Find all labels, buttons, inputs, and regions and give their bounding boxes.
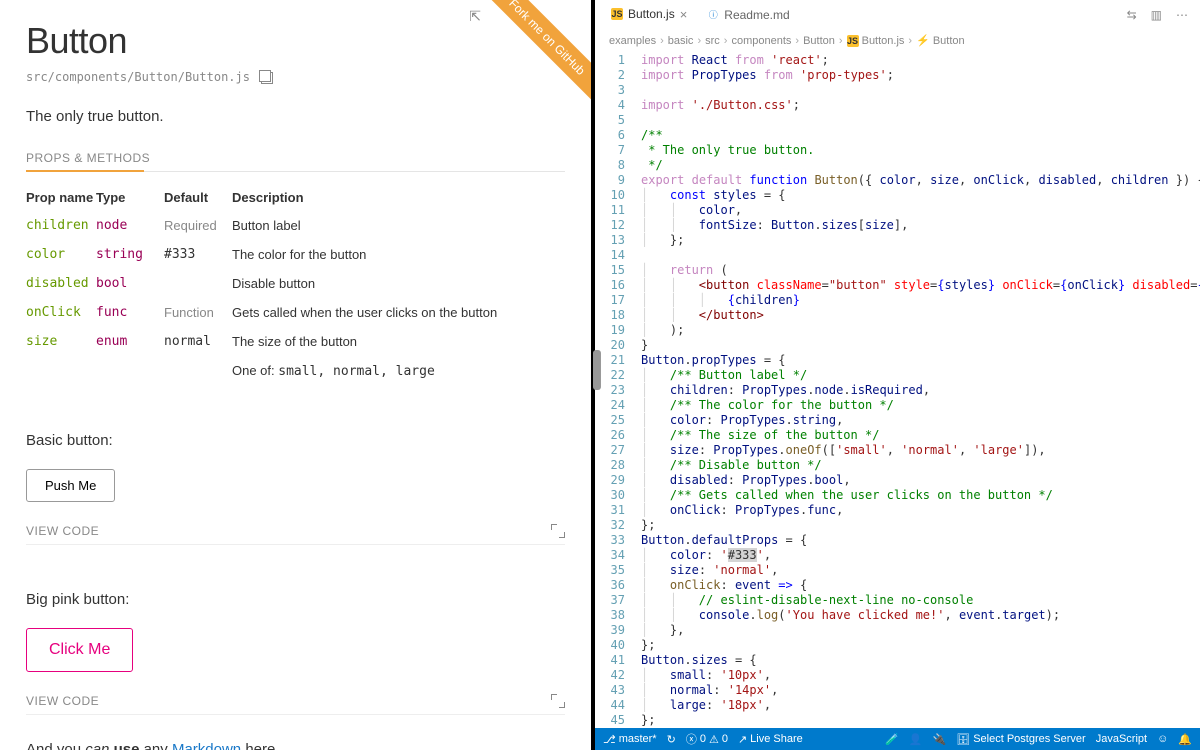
person-icon[interactable]: 👤 <box>909 733 923 746</box>
view-code-toggle[interactable]: VIEW CODE <box>26 524 99 538</box>
more-actions-icon[interactable]: ⋯ <box>1176 8 1188 22</box>
col-default: Default <box>164 184 232 211</box>
prop-type: enum <box>96 327 164 386</box>
breadcrumb-item[interactable]: Button <box>803 35 835 47</box>
prop-type: bool <box>96 269 164 298</box>
breadcrumb-item[interactable]: basic <box>668 35 694 47</box>
table-row: colorstring#333The color for the button <box>26 240 565 269</box>
plug-icon[interactable]: 🔌 <box>933 733 947 746</box>
table-row: childrennodeRequiredButton label <box>26 211 565 240</box>
compare-icon[interactable]: ⇆ <box>1127 8 1137 22</box>
anchor-icon[interactable]: ⇱ <box>469 8 481 25</box>
breadcrumb-item[interactable]: src <box>705 35 720 47</box>
prop-desc: Disable button <box>232 269 565 298</box>
styleguide-pane: Fork me on GitHub ⇱ Button src/component… <box>0 0 595 750</box>
fullscreen-icon[interactable] <box>551 694 565 708</box>
breadcrumb-item[interactable]: examples <box>609 35 656 47</box>
table-row: disabledbool Disable button <box>26 269 565 298</box>
col-type: Type <box>96 184 164 211</box>
prop-desc: Button label <box>232 211 565 240</box>
prop-type: string <box>96 240 164 269</box>
example-label-basic: Basic button: <box>26 432 565 449</box>
editor-tabs: JS Button.js × ⓘ Readme.md ⇆ ▥ ⋯ <box>595 0 1200 30</box>
prop-type: func <box>96 298 164 327</box>
info-icon: ⓘ <box>707 9 719 21</box>
view-code-toggle[interactable]: VIEW CODE <box>26 694 99 708</box>
sync-button[interactable]: ↻ <box>667 733 676 746</box>
sync-icon: ↻ <box>667 733 676 746</box>
prop-type: node <box>96 211 164 240</box>
prop-default: normal <box>164 327 232 386</box>
code-editor[interactable]: 1234567891011121314151617181920212223242… <box>595 53 1200 728</box>
prop-desc: Gets called when the user clicks on the … <box>232 298 565 327</box>
bell-icon[interactable]: 🔔 <box>1178 733 1192 746</box>
js-file-icon: JS <box>611 8 623 20</box>
fullscreen-icon[interactable] <box>551 524 565 538</box>
warning-icon: ⚠ <box>709 733 719 746</box>
postgres-selector[interactable]: 🗄Select Postgres Server <box>956 733 1085 746</box>
push-me-button[interactable]: Push Me <box>26 469 115 502</box>
language-mode[interactable]: JavaScript <box>1096 733 1147 745</box>
col-description: Description <box>232 184 565 211</box>
prop-default: Required <box>164 211 232 240</box>
tab-label: Readme.md <box>724 8 789 22</box>
feedback-icon[interactable]: ☺ <box>1157 733 1168 745</box>
git-branch[interactable]: ⎇master* <box>603 733 657 746</box>
breadcrumb-item[interactable]: JS Button.js <box>847 35 905 47</box>
component-title: Button <box>26 20 565 62</box>
markdown-note: And you can use any Markdown here. <box>26 741 565 750</box>
prop-name: onClick <box>26 298 96 327</box>
error-icon: ⓧ <box>686 731 697 747</box>
tab-label: Button.js <box>628 7 675 21</box>
breadcrumbs[interactable]: examples›basic›src›components›Button›JS … <box>595 30 1200 53</box>
split-editor-icon[interactable]: ▥ <box>1151 8 1162 22</box>
prop-desc: The color for the button <box>232 240 565 269</box>
branch-icon: ⎇ <box>603 733 616 746</box>
prop-default: #333 <box>164 240 232 269</box>
example-label-pink: Big pink button: <box>26 591 565 608</box>
status-bar: ⎇master* ↻ ⓧ0 ⚠0 ↗Live Share 🧪 👤 🔌 🗄Sele… <box>595 728 1200 750</box>
copy-icon[interactable] <box>261 72 273 84</box>
click-me-button[interactable]: Click Me <box>26 628 133 672</box>
props-table: Prop name Type Default Description child… <box>26 184 565 386</box>
function-icon: ⚡ <box>916 35 930 47</box>
close-icon[interactable]: × <box>680 7 688 22</box>
share-icon: ↗ <box>738 733 747 746</box>
table-row: sizeenumnormalThe size of the buttonOne … <box>26 327 565 386</box>
live-share[interactable]: ↗Live Share <box>738 733 803 746</box>
prop-name: color <box>26 240 96 269</box>
js-file-icon: JS <box>847 35 859 47</box>
props-section-tab[interactable]: PROPS & METHODS <box>26 151 565 172</box>
beaker-icon[interactable]: 🧪 <box>885 733 899 746</box>
database-icon: 🗄 <box>956 733 970 746</box>
table-row: onClickfuncFunctionGets called when the … <box>26 298 565 327</box>
breadcrumb-item[interactable]: components <box>731 35 791 47</box>
prop-name: children <box>26 211 96 240</box>
prop-default: Function <box>164 298 232 327</box>
breadcrumb-item[interactable]: ⚡ Button <box>916 34 965 47</box>
editor-pane: JS Button.js × ⓘ Readme.md ⇆ ▥ ⋯ examples›ba… <box>595 0 1200 750</box>
file-path: src/components/Button/Button.js <box>26 70 565 84</box>
problems-counter[interactable]: ⓧ0 ⚠0 <box>686 731 728 747</box>
editor-tab[interactable]: JS Button.js × <box>601 0 697 29</box>
component-description: The only true button. <box>26 108 565 125</box>
markdown-link[interactable]: Markdown <box>172 741 241 750</box>
prop-desc: The size of the buttonOne of: small, nor… <box>232 327 565 386</box>
col-prop-name: Prop name <box>26 184 96 211</box>
editor-tab[interactable]: ⓘ Readme.md <box>697 0 799 29</box>
prop-name: size <box>26 327 96 386</box>
prop-default <box>164 269 232 298</box>
prop-name: disabled <box>26 269 96 298</box>
